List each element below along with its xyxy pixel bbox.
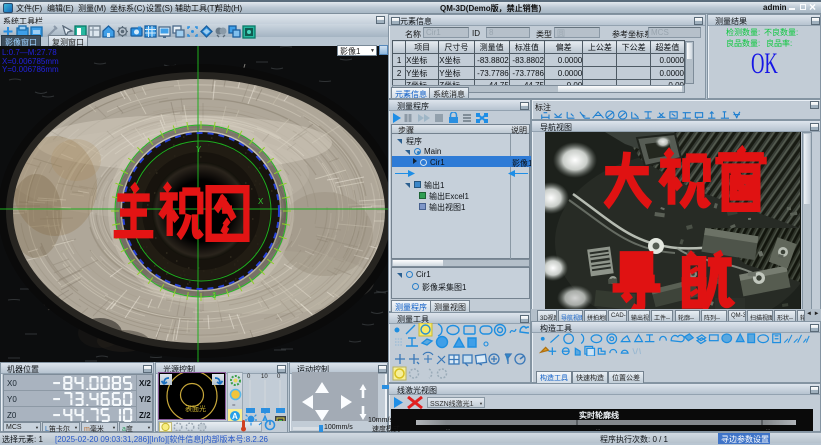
svg-text:L:0.7—M:27.78: L:0.7—M:27.78: [2, 48, 57, 57]
svg-text:Y=0.006786mm: Y=0.006786mm: [2, 65, 59, 74]
svg-text:A: A: [232, 412, 238, 421]
svg-text:0: 0: [277, 374, 281, 380]
svg-text:0: 0: [247, 374, 251, 380]
svg-text:表面光: 表面光: [185, 404, 206, 413]
svg-text:10: 10: [261, 374, 268, 380]
